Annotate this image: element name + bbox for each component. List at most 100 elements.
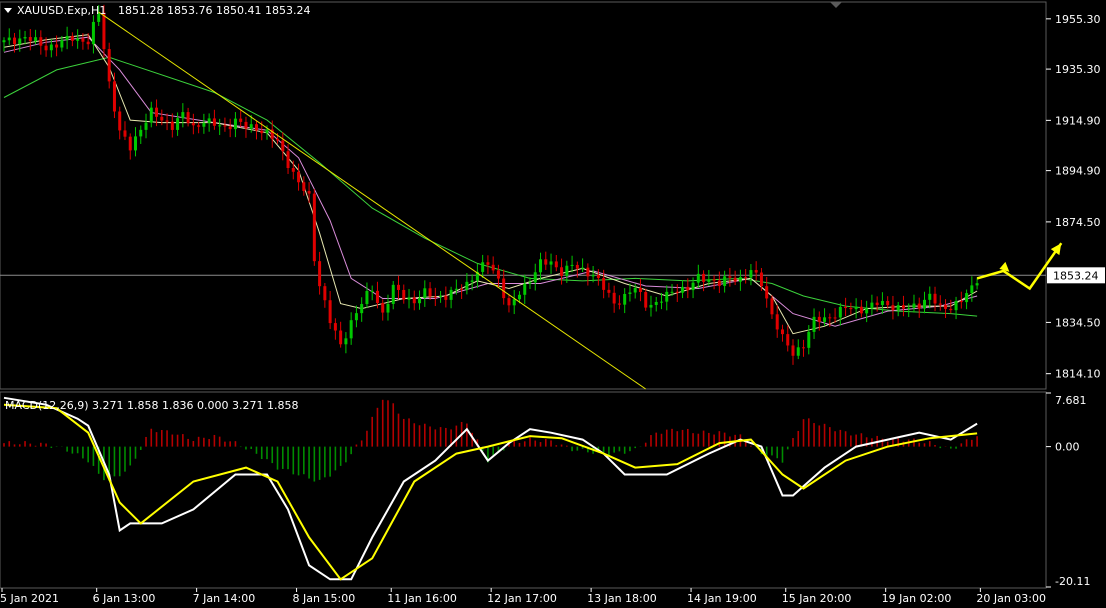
candle-bear: [160, 116, 164, 121]
candle-bull: [23, 37, 27, 39]
candle-bull: [749, 270, 753, 278]
candle-bear: [297, 171, 301, 183]
ma-medium-line: [3, 36, 978, 327]
candle-bull: [2, 40, 6, 43]
candle-bear: [128, 136, 132, 151]
candle-bear: [381, 303, 385, 313]
time-tick-label: 14 Jan 19:00: [687, 592, 757, 605]
candle-bear: [780, 329, 784, 335]
candle-bear: [802, 347, 806, 349]
candle-bull: [954, 300, 958, 311]
macd-line: [3, 396, 978, 581]
candle-bear: [333, 323, 337, 331]
candle-bear: [886, 300, 890, 306]
candle-bear: [891, 305, 895, 311]
candle-bear: [759, 272, 763, 287]
candle-bear: [754, 270, 758, 273]
candle-bear: [397, 284, 400, 290]
macd-panel[interactable]: 7.681 0.00 -20.11 MACD(12,26,9) 3.271 1.85…: [0, 391, 1090, 589]
price-candles: [2, 4, 979, 365]
price-tick-label: 1834.50: [1055, 316, 1101, 329]
candle-bull: [512, 299, 516, 306]
trendline: [98, 11, 647, 390]
candle-bear: [728, 276, 732, 278]
time-tick-label: 13 Jan 18:00: [587, 592, 657, 605]
candle-bull: [360, 304, 364, 314]
candle-bull: [349, 320, 353, 339]
price-axis: 1955.30 1935.30 1914.90 1894.90 1874.50 1834.…: [1046, 13, 1105, 381]
candle-bear: [281, 140, 285, 152]
candle-bear: [949, 308, 953, 311]
candle-bear: [444, 295, 448, 300]
candle-bear: [612, 292, 616, 304]
candle-bear: [607, 289, 611, 293]
candle-bear: [286, 151, 290, 169]
time-tick-label: 8 Jan 15:00: [293, 592, 356, 605]
candle-bull: [838, 306, 842, 318]
candle-bear: [828, 317, 832, 319]
candle-bull: [218, 125, 222, 127]
candle-bull: [76, 38, 80, 41]
time-tick-label: 15 Jan 20:00: [782, 592, 852, 605]
candle-bear: [81, 38, 85, 42]
candle-bull: [517, 294, 521, 300]
current-price-label: 1853.24: [1053, 269, 1099, 282]
candle-bear: [186, 112, 190, 124]
candle-bull: [660, 301, 663, 303]
candle-bull: [812, 316, 816, 332]
candle-bear: [507, 298, 511, 306]
candle-bull: [418, 297, 422, 304]
macd-tick-label: 0.00: [1055, 441, 1080, 454]
candle-bear: [586, 267, 590, 277]
candle-bear: [39, 37, 43, 46]
candle-bull: [912, 303, 916, 308]
candle-bear: [197, 125, 201, 127]
candle-bull: [670, 291, 674, 293]
main-panel[interactable]: 1955.30 1935.30 1914.90 1894.90 1874.50 1834.…: [0, 1, 1105, 390]
chart-overlays: [98, 11, 1063, 390]
candle-bull: [823, 317, 827, 322]
trading-chart[interactable]: 1955.30 1935.30 1914.90 1894.90 1874.50 1834.…: [0, 0, 1106, 608]
candle-bull: [854, 306, 858, 310]
candle-bear: [428, 288, 432, 297]
candle-bull: [202, 123, 206, 127]
macd-panel-border: [0, 391, 1047, 589]
time-tick-label: 5 Jan 2021: [0, 592, 59, 605]
candle-bull: [465, 281, 469, 290]
candle-bull: [691, 282, 695, 291]
candle-bear: [859, 306, 863, 314]
price-tick-label: 1874.50: [1055, 216, 1101, 229]
candle-bull: [470, 280, 474, 282]
chart-shift-marker-icon[interactable]: [830, 2, 842, 8]
price-tick-label: 1814.10: [1055, 368, 1101, 381]
candle-bear: [318, 261, 322, 287]
candle-bull: [65, 36, 69, 40]
candle-bear: [260, 130, 264, 134]
candle-bull: [391, 284, 395, 304]
candle-bull: [665, 291, 669, 302]
candle-bear: [239, 118, 243, 122]
candle-bull: [570, 264, 574, 266]
candle-bull: [449, 289, 453, 300]
candle-bull: [591, 274, 595, 277]
candle-bull: [344, 338, 348, 345]
candle-bull: [354, 313, 358, 321]
candle-bull: [796, 347, 800, 356]
candle-bear: [312, 193, 316, 262]
candle-bear: [412, 297, 416, 304]
candle-bear: [791, 345, 795, 356]
candle-bull: [539, 259, 543, 273]
candle-bear: [244, 121, 248, 129]
candle-bear: [107, 49, 111, 82]
time-tick-label: 20 Jan 03:00: [976, 592, 1046, 605]
candle-bull: [965, 293, 969, 303]
candle-bear: [170, 121, 174, 130]
candle-bear: [212, 118, 216, 126]
price-tick-label: 1955.30: [1055, 13, 1101, 26]
candle-bear: [460, 288, 464, 290]
candle-bear: [496, 270, 500, 279]
candle-bear: [933, 293, 937, 304]
candle-bull: [265, 129, 269, 134]
candle-bear: [28, 37, 32, 42]
dropdown-triangle-icon[interactable]: [4, 8, 12, 13]
